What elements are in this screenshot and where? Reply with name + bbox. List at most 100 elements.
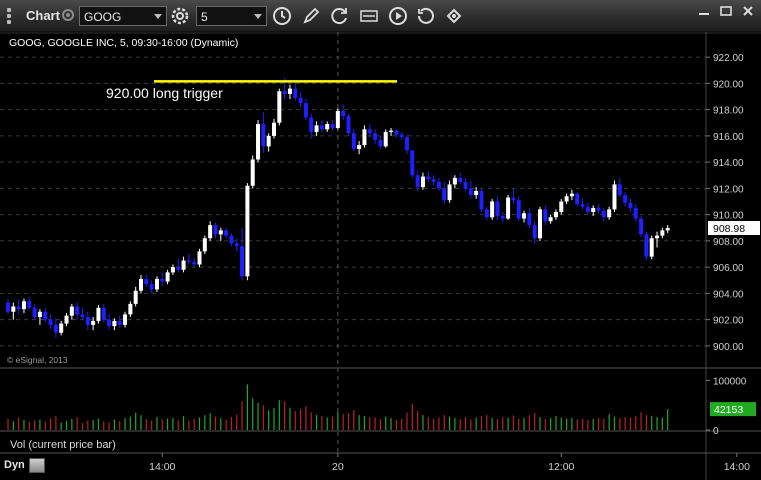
- candle-body: [420, 176, 425, 188]
- menu-grip-icon[interactable]: [3, 7, 15, 25]
- candle-body: [405, 137, 409, 151]
- candle-body: [293, 88, 298, 98]
- symbol-combo[interactable]: GOOG: [79, 6, 167, 26]
- price-tick-label: 902.00: [713, 316, 744, 327]
- candle-body: [266, 135, 271, 147]
- candle-body: [612, 184, 617, 210]
- chart-toolbar: Chart GOOG 5: [0, 0, 761, 32]
- link-icon[interactable]: [62, 9, 74, 21]
- candle-body: [170, 267, 175, 273]
- candle-body: [160, 278, 165, 282]
- candle-body: [639, 218, 644, 235]
- candle-body: [282, 91, 287, 94]
- candle-body: [240, 246, 245, 277]
- candle-body: [484, 209, 489, 218]
- close-icon[interactable]: [741, 4, 755, 16]
- volume-tick-label: 0: [713, 426, 719, 437]
- price-tick-label: 922.00: [713, 53, 744, 64]
- price-tick-label: 914.00: [713, 158, 744, 169]
- price-tick-label: 912.00: [713, 184, 744, 195]
- play-icon[interactable]: [388, 6, 408, 26]
- candle-body: [117, 320, 122, 325]
- candle-body: [607, 209, 612, 218]
- candle-body: [32, 307, 37, 317]
- settings-gear-icon[interactable]: [170, 6, 190, 26]
- pencil-icon[interactable]: [301, 6, 321, 26]
- candle-body: [43, 311, 48, 320]
- candle-body: [474, 191, 479, 195]
- candle-body: [362, 129, 367, 146]
- candle-body: [250, 159, 255, 186]
- candle-body: [399, 134, 404, 138]
- candle-body: [559, 201, 564, 212]
- volume-study-label[interactable]: Vol (current price bar): [10, 439, 116, 451]
- candle-body: [319, 125, 324, 130]
- candle-body: [149, 284, 154, 290]
- candle-body: [325, 124, 330, 130]
- symbol-value: GOOG: [84, 10, 122, 24]
- last-price-label: 908.98: [713, 223, 745, 235]
- candle-body: [37, 311, 42, 317]
- scale-lock-icon[interactable]: [29, 458, 45, 473]
- candle-body: [346, 116, 351, 134]
- candle-body: [553, 212, 558, 218]
- candle-body: [479, 191, 484, 210]
- candle-body: [197, 251, 202, 265]
- candle-body: [261, 124, 266, 147]
- price-chart[interactable]: 922.00 920.00 918.00 916.00 914.00 912.00 910.…: [0, 32, 761, 480]
- candle-body: [16, 306, 21, 310]
- price-tick-label: 916.00: [713, 132, 744, 143]
- candle-body: [511, 197, 516, 201]
- candle-body: [6, 302, 10, 312]
- candle-body: [548, 217, 553, 222]
- interval-combo[interactable]: 5: [196, 6, 267, 26]
- candle-body: [256, 124, 261, 160]
- candle-body: [192, 261, 197, 265]
- candle-body: [330, 124, 335, 128]
- candle-body: [144, 278, 149, 285]
- candle-body: [410, 150, 415, 176]
- refresh-icon[interactable]: [330, 6, 350, 26]
- candle-body: [644, 234, 649, 257]
- candle-body: [522, 213, 527, 219]
- window-title: Chart: [26, 8, 60, 23]
- candle-body: [341, 110, 346, 117]
- candle-body: [575, 193, 580, 205]
- candle-body: [585, 206, 590, 212]
- cursor-tool-icon[interactable]: [444, 6, 464, 26]
- candle-body: [426, 176, 431, 180]
- minimize-icon[interactable]: [697, 4, 711, 16]
- seasonal-icon[interactable]: [359, 6, 379, 26]
- time-axis-labels: 14:002012:0014:0021: [149, 453, 750, 473]
- candle-body: [309, 117, 314, 132]
- candle-body: [123, 314, 128, 325]
- candle-body: [101, 307, 106, 320]
- candle-body: [351, 133, 356, 149]
- candle-body: [500, 215, 505, 219]
- chevron-down-icon[interactable]: [154, 14, 162, 19]
- candle-body: [314, 125, 319, 132]
- price-tick-label: 908.00: [713, 237, 744, 248]
- candle-body: [628, 202, 633, 209]
- candle-body: [436, 181, 441, 189]
- chevron-down-icon[interactable]: [254, 14, 262, 19]
- candle-body: [59, 323, 64, 333]
- candle-body: [107, 319, 112, 327]
- candle-body: [623, 194, 628, 203]
- candle-body: [633, 208, 638, 219]
- candle-body: [415, 175, 420, 188]
- last-price-marker: 908.98: [708, 221, 760, 236]
- chart-title: GOOG, GOOGLE INC, 5, 09:30-16:00 (Dynami…: [9, 37, 238, 49]
- candle-body: [463, 181, 468, 189]
- clock-icon[interactable]: [272, 6, 292, 26]
- candle-body: [601, 210, 606, 218]
- candle-body: [181, 260, 186, 270]
- candle-body: [133, 290, 138, 304]
- candle-body: [532, 225, 537, 239]
- dynamic-mode-label[interactable]: Dyn: [4, 459, 25, 471]
- chart-area[interactable]: 922.00 920.00 918.00 916.00 914.00 912.00 910.…: [0, 32, 761, 480]
- candle-body: [442, 188, 447, 201]
- replay-icon[interactable]: [416, 6, 436, 26]
- candle-body: [21, 301, 26, 310]
- maximize-icon[interactable]: [719, 4, 733, 16]
